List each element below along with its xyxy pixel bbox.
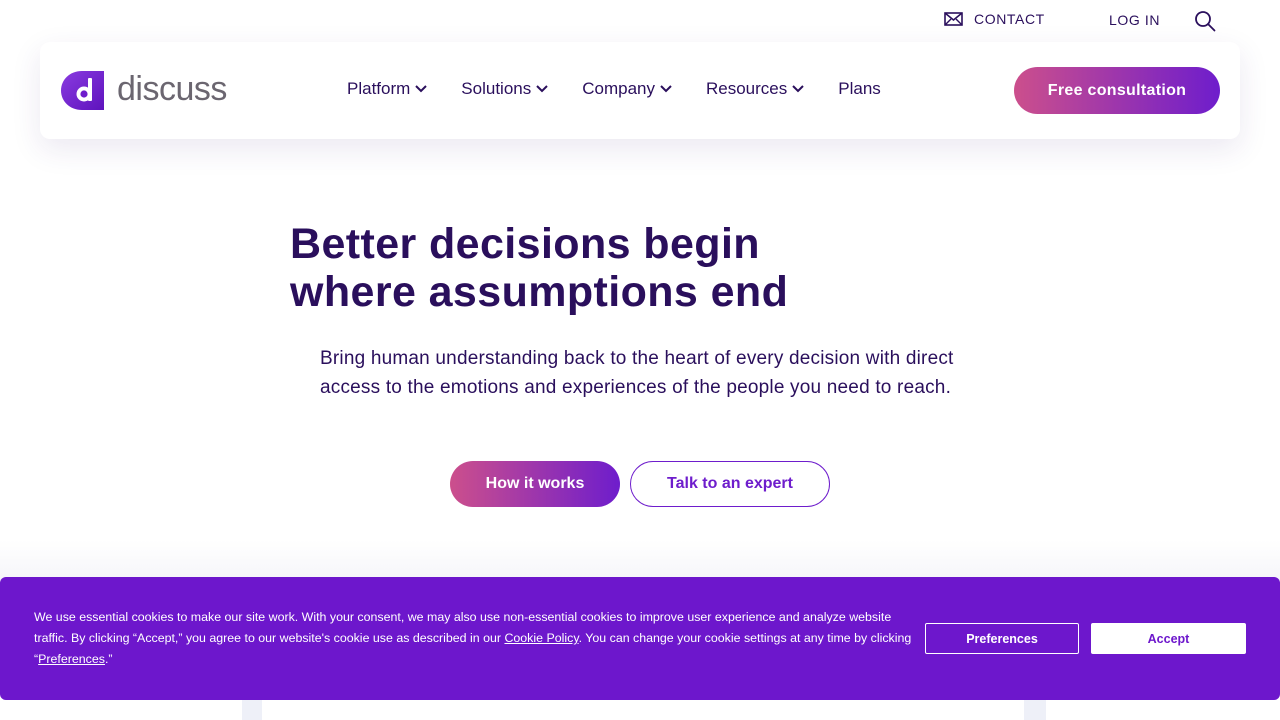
- how-it-works-button[interactable]: How it works: [450, 461, 620, 507]
- cookie-text-part: .”: [104, 652, 113, 666]
- logo-wordmark: discuss: [117, 70, 227, 108]
- logo[interactable]: discuss: [60, 69, 227, 112]
- contact-link[interactable]: CONTACT: [944, 11, 1045, 27]
- talk-to-expert-button[interactable]: Talk to an expert: [630, 461, 830, 507]
- discuss-logo-icon: [61, 71, 104, 110]
- search-icon[interactable]: [1194, 10, 1216, 32]
- accept-button[interactable]: Accept: [1091, 623, 1246, 654]
- chevron-down-icon: [792, 85, 804, 93]
- menu-item-company[interactable]: Company: [582, 79, 672, 99]
- chevron-down-icon: [415, 85, 428, 93]
- section-divider-shadow: [0, 540, 1280, 580]
- hero-title-line: where assumptions end: [290, 268, 789, 316]
- preferences-button[interactable]: Preferences: [925, 623, 1079, 654]
- cookie-banner: We use essential cookies to make our sit…: [0, 577, 1280, 700]
- menu-item-solutions[interactable]: Solutions: [461, 79, 548, 99]
- menu-item-plans[interactable]: Plans: [838, 79, 881, 99]
- login-link[interactable]: LOG IN: [1109, 12, 1160, 28]
- free-consultation-button[interactable]: Free consultation: [1014, 67, 1220, 114]
- menu-item-label: Resources: [706, 79, 788, 98]
- menu-item-label: Company: [582, 79, 655, 98]
- menu-item-resources[interactable]: Resources: [706, 79, 804, 99]
- menu-item-label: Platform: [347, 79, 411, 98]
- menu-item-label: Plans: [838, 79, 881, 98]
- chevron-down-icon: [660, 85, 672, 93]
- cookie-message: We use essential cookies to make our sit…: [34, 607, 914, 670]
- hero-subtitle: Bring human understanding back to the he…: [320, 348, 954, 398]
- primary-menu: Platform Solutions Company Resources Pla…: [347, 79, 915, 99]
- utility-bar: CONTACT LOG IN: [0, 0, 1280, 42]
- main-navigation: discuss Platform Solutions Company Resou…: [40, 42, 1240, 139]
- envelope-icon: [944, 12, 963, 26]
- menu-item-platform[interactable]: Platform: [347, 79, 428, 99]
- menu-item-label: Solutions: [461, 79, 532, 98]
- cookie-policy-link[interactable]: Cookie Policy: [504, 631, 578, 645]
- hero-title: Better decisions begin where assumptions…: [290, 220, 990, 316]
- contact-label: CONTACT: [974, 11, 1045, 27]
- chevron-down-icon: [536, 85, 548, 93]
- hero-title-line: Better decisions begin: [290, 220, 760, 268]
- preferences-link[interactable]: Preferences: [38, 652, 105, 666]
